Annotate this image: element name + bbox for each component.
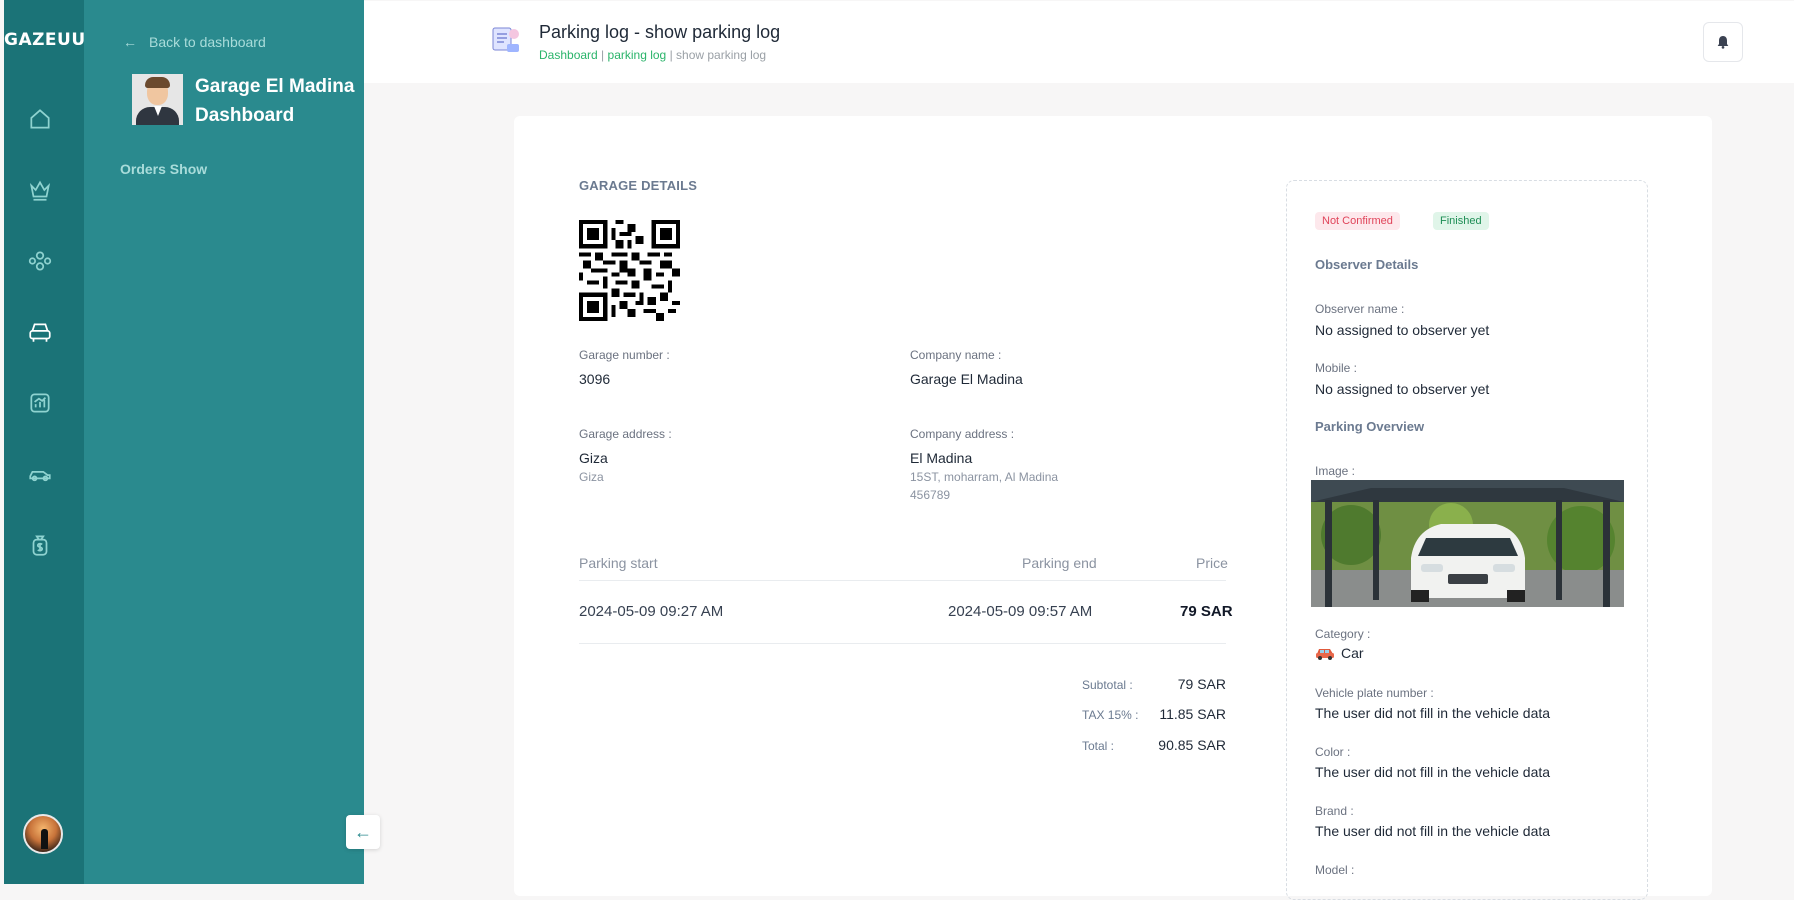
observer-name-value: No assigned to observer yet	[1315, 322, 1490, 338]
garage-number-label: Garage number :	[579, 348, 670, 362]
subtotal-value: 79 SAR	[1177, 676, 1226, 692]
company-address-line2: 456789	[910, 488, 951, 502]
arrow-left-icon: ←	[354, 821, 372, 842]
back-label: Back to dashboard	[149, 34, 266, 50]
brand-label: Brand :	[1315, 804, 1354, 818]
money-bag-icon[interactable]	[25, 530, 55, 560]
crown-icon[interactable]	[25, 175, 55, 205]
collapse-sidebar-button[interactable]: ←	[346, 815, 380, 849]
observer-details-title: Observer Details	[1315, 257, 1419, 272]
breadcrumb-current: show parking log	[676, 48, 767, 62]
parking-log-icon	[492, 27, 519, 52]
garage-address-value: Giza	[579, 450, 608, 466]
profile-image	[132, 74, 183, 125]
total-value: 90.85 SAR	[1158, 737, 1226, 753]
garage-number-value: 3096	[579, 371, 611, 387]
company-address-line1: 15ST, moharram, Al Madina	[910, 470, 1059, 484]
back-to-dashboard-link[interactable]: ← Back to dashboard	[123, 34, 266, 50]
category-value: Car	[1341, 645, 1364, 661]
bell-icon	[1717, 36, 1729, 49]
company-name-value: Garage El Madina	[910, 371, 1023, 387]
users-icon[interactable]	[25, 246, 55, 276]
price-header: Price	[1196, 555, 1228, 571]
garage-address-sub: Giza	[579, 470, 604, 484]
parking-end-header: Parking end	[1022, 555, 1097, 571]
arrow-left-icon: ←	[123, 34, 137, 50]
status-badge-finished: Finished	[1433, 212, 1489, 230]
garage-address-label: Garage address :	[579, 427, 672, 441]
breadcrumb: Dashboard | parking log | show parking l…	[539, 48, 766, 62]
model-label: Model :	[1315, 863, 1355, 877]
category-label: Category :	[1315, 627, 1371, 641]
plate-label: Vehicle plate number :	[1315, 686, 1434, 700]
company-address-label: Company address :	[910, 427, 1015, 441]
car-side-icon[interactable]	[25, 459, 55, 489]
color-label: Color :	[1315, 745, 1351, 759]
observer-name-label: Observer name :	[1315, 302, 1405, 316]
page-title: Parking log - show parking log	[539, 22, 781, 42]
parking-end-value: 2024-05-09 09:57 AM	[948, 603, 1093, 620]
home-icon[interactable]	[25, 104, 55, 134]
parking-start-header: Parking start	[579, 555, 658, 571]
breadcrumb-dashboard[interactable]: Dashboard	[539, 48, 598, 62]
analytics-icon[interactable]	[25, 388, 55, 418]
sidebar-item-orders-show[interactable]: Orders Show	[120, 161, 207, 177]
observer-mobile-label: Mobile :	[1315, 361, 1358, 375]
garage-details-title: GARAGE DETAILS	[579, 178, 698, 193]
brand-value: The user did not fill in the vehicle dat…	[1315, 823, 1551, 839]
status-badge-not-confirmed: Not Confirmed	[1315, 212, 1400, 230]
vehicle-image[interactable]	[1311, 480, 1624, 607]
brand-logo[interactable]: GAZEUUE	[4, 30, 97, 50]
tax-value: 11.85 SAR	[1159, 706, 1226, 722]
side-panel	[84, 0, 364, 884]
image-label: Image :	[1315, 464, 1356, 478]
observer-mobile-value: No assigned to observer yet	[1315, 381, 1490, 397]
user-avatar[interactable]	[23, 814, 63, 854]
parking-start-value: 2024-05-09 09:27 AM	[579, 603, 724, 620]
divider	[579, 580, 1226, 581]
price-value: 79 SAR	[1180, 603, 1233, 620]
color-value: The user did not fill in the vehicle dat…	[1315, 764, 1551, 780]
company-address-value: El Madina	[910, 450, 973, 466]
qr-code	[579, 220, 680, 321]
notifications-button[interactable]	[1703, 22, 1743, 62]
breadcrumb-parking-log[interactable]: parking log	[608, 48, 667, 62]
profile-name: Garage El Madina Dashboard	[195, 76, 355, 126]
car-icon	[1316, 649, 1334, 660]
breadcrumb-separator: |	[666, 48, 677, 62]
divider	[579, 643, 1226, 644]
plate-value: The user did not fill in the vehicle dat…	[1315, 705, 1551, 721]
breadcrumb-separator: |	[597, 48, 608, 62]
company-name-label: Company name :	[910, 348, 1002, 362]
car-front-icon[interactable]	[25, 317, 55, 347]
parking-overview-title: Parking Overview	[1315, 419, 1425, 434]
